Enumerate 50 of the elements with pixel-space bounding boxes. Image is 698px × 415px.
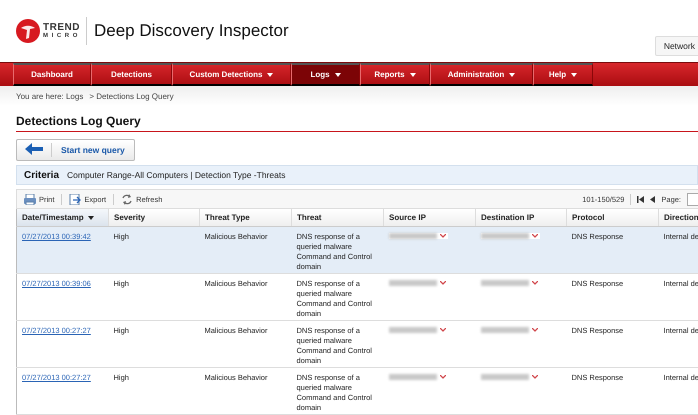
redacted-address — [388, 327, 436, 333]
logo-icon — [16, 19, 40, 43]
dropdown-caret-icon[interactable] — [532, 234, 538, 238]
previous-page-icon — [650, 196, 656, 202]
column-header[interactable]: Direction — [658, 209, 698, 226]
dropdown-caret-icon[interactable] — [440, 375, 446, 379]
printer-icon — [24, 194, 36, 204]
sort-caret-icon — [88, 216, 94, 220]
product-title: Deep Discovery Inspector — [94, 21, 289, 41]
redacted-address — [480, 374, 528, 380]
caret-icon — [571, 72, 578, 76]
criteria-text: Computer Range-All Computers | Detection Type -Threats — [67, 170, 286, 180]
redacted-address — [388, 233, 436, 239]
dropdown-caret-icon[interactable] — [440, 328, 446, 332]
page-title: Detections Log Query — [16, 114, 142, 130]
column-header[interactable]: Severity — [108, 209, 200, 226]
criteria-label: Criteria — [24, 170, 60, 180]
dropdown-caret-icon[interactable] — [532, 281, 538, 285]
redacted-address — [388, 374, 436, 380]
export-icon — [69, 194, 82, 204]
caret-icon — [410, 72, 416, 76]
back-arrow-icon — [25, 142, 43, 154]
start-new-query-button[interactable]: Start new query — [16, 139, 135, 161]
caret-icon — [267, 72, 274, 76]
nav-tab[interactable]: Custom Detections — [172, 63, 291, 86]
dropdown-caret-icon[interactable] — [440, 281, 446, 285]
breadcrumb-text: You are here: Logs — [16, 92, 84, 100]
column-header[interactable]: Destination IP — [476, 209, 566, 226]
column-header[interactable]: Threat — [292, 209, 384, 226]
column-header[interactable]: Source IP — [384, 209, 476, 226]
dropdown-caret-icon[interactable] — [440, 234, 446, 238]
page-input-field[interactable] — [687, 192, 698, 206]
nav-tab[interactable]: Administration — [430, 63, 533, 86]
caret-icon — [509, 72, 516, 76]
dropdown-caret-icon[interactable] — [532, 328, 538, 332]
redacted-address — [480, 233, 528, 239]
column-header[interactable]: Protocol — [566, 209, 658, 226]
column-header[interactable]: Date/Timestamp — [16, 209, 108, 226]
caret-icon — [334, 72, 341, 76]
network-button[interactable]: Network — [654, 36, 698, 56]
redacted-address — [480, 280, 528, 286]
nav-tab[interactable]: Logs — [291, 63, 360, 86]
redacted-address — [388, 280, 436, 286]
redacted-address — [480, 327, 528, 333]
breadcrumb-current: > Detections Log Query — [89, 92, 174, 100]
first-page-icon — [637, 196, 644, 202]
logo-text: TREND — [43, 23, 81, 33]
refresh-icon — [121, 194, 134, 204]
dropdown-caret-icon[interactable] — [532, 375, 538, 379]
column-header[interactable]: Threat Type — [200, 209, 292, 226]
